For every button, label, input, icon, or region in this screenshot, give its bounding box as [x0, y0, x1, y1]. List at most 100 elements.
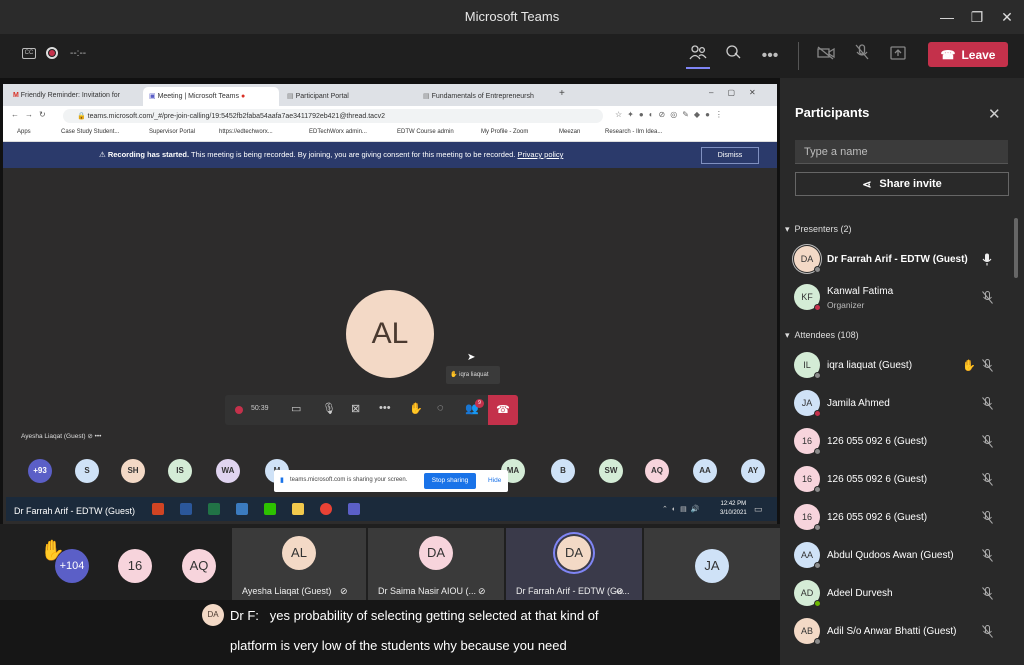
bookmark-item[interactable]: Case Study Student...	[61, 129, 119, 135]
minimize-icon[interactable]: —	[936, 6, 958, 28]
mouse-cursor-icon: ➤	[467, 352, 476, 363]
stop-sharing-button[interactable]: Stop sharing	[424, 473, 476, 489]
hide-share-link[interactable]: Hide	[488, 477, 501, 484]
participant-tile[interactable]: DA Dr Saima Nasir AIOU (... ⊘	[368, 528, 504, 600]
share-icon: ⋖	[862, 178, 872, 191]
presenters-section-header[interactable]: ▾ Presenters (2)	[785, 224, 852, 235]
bookmark-item[interactable]: My Profile - Zoom	[481, 129, 528, 135]
more-actions-icon[interactable]: •••	[758, 44, 782, 68]
participant-avatar: AQ	[182, 549, 216, 583]
mic-off-icon[interactable]	[850, 44, 874, 68]
cc-icon[interactable]: CC	[22, 48, 36, 59]
share-screen-icon[interactable]: ⊠	[351, 402, 360, 415]
attendee-row[interactable]: AB Adil S/o Anwar Bhatti (Guest)	[780, 614, 1016, 652]
hang-up-icon: ☎	[940, 47, 956, 62]
mic-icon[interactable]: 🎙	[322, 402, 336, 415]
teams-icon[interactable]	[348, 503, 360, 515]
bookmark-item[interactable]: Apps	[17, 129, 31, 135]
wechat-icon[interactable]	[264, 503, 276, 515]
participant-tile[interactable]: AQ	[180, 528, 230, 600]
recording-icon	[235, 406, 243, 414]
participant-tile[interactable]: DA Dr Farrah Arif - EDTW (Gu... ⊘	[506, 528, 642, 600]
mini-avatar[interactable]: B	[551, 459, 575, 483]
speaker-avatar: AL	[346, 290, 434, 378]
mini-avatar[interactable]: AA	[693, 459, 717, 483]
notification-icon[interactable]: ▭	[754, 504, 763, 515]
close-window-icon[interactable]: ✕	[996, 6, 1018, 28]
mini-avatar[interactable]: +93	[28, 459, 52, 483]
chat-icon[interactable]: ◌	[437, 402, 444, 414]
mini-avatar[interactable]: AQ	[645, 459, 669, 483]
mini-avatar[interactable]: WA	[216, 459, 240, 483]
mini-avatar[interactable]: S	[75, 459, 99, 483]
participant-tile-label: Ayesha Liaqat (Guest)	[242, 586, 332, 596]
dismiss-button[interactable]: Dismiss	[701, 147, 759, 164]
recording-notice-bar: ⚠ Recording has started. This meeting is…	[3, 142, 777, 168]
hand-icon: ✋	[450, 372, 460, 378]
excel-icon[interactable]	[208, 503, 220, 515]
raise-hand-icon[interactable]	[722, 44, 746, 68]
bookmark-item[interactable]: EDTW Course admin	[397, 129, 454, 135]
close-icon[interactable]: ✕	[988, 105, 1001, 123]
bookmark-item[interactable]: https://edtechworx...	[219, 129, 273, 135]
maximize-icon[interactable]: ❐	[966, 6, 988, 28]
bookmark-item[interactable]: Research - Ilm Idea...	[605, 129, 662, 135]
share-screen-icon[interactable]	[886, 44, 910, 68]
attendee-row[interactable]: 16 126 055 092 6 (Guest)	[780, 462, 1016, 500]
mic-off-icon: ⊘	[87, 433, 93, 440]
address-input[interactable]: 🔒 teams.microsoft.com/_#/pre-join-callin…	[63, 109, 603, 123]
more-actions-icon[interactable]: •••	[379, 402, 391, 414]
presence-status-dot	[814, 524, 821, 531]
mini-avatar[interactable]: IS	[168, 459, 192, 483]
attendee-row[interactable]: 16 126 055 092 6 (Guest)	[780, 424, 1016, 462]
app-icon[interactable]	[236, 503, 248, 515]
bookmark-item[interactable]: Supervisor Portal	[149, 129, 195, 135]
chrome-icon[interactable]	[320, 503, 332, 515]
presence-status-dot	[814, 486, 821, 493]
camera-off-icon[interactable]	[814, 44, 838, 68]
file-explorer-icon[interactable]	[292, 503, 304, 515]
powerpoint-icon[interactable]	[152, 503, 164, 515]
camera-off-icon[interactable]: ▭	[291, 402, 301, 415]
participant-tile[interactable]: AL Ayesha Liaqat (Guest) ⊘	[232, 528, 366, 600]
attendee-row[interactable]: JA Jamila Ahmed	[780, 386, 1016, 424]
browser-tab[interactable]: ▤ Participant Portal	[281, 87, 415, 106]
browser-nav-icons[interactable]: ←→↻	[11, 110, 52, 119]
participant-tile[interactable]: 16	[90, 528, 180, 600]
participants-icon[interactable]	[686, 44, 710, 68]
participant-name: Abdul Qudoos Awan (Guest)	[827, 550, 954, 561]
new-tab-icon[interactable]: +	[559, 88, 565, 99]
presenter-row[interactable]: KF Kanwal Fatima Organizer	[780, 280, 1016, 318]
attendee-row[interactable]: AD Adeel Durvesh	[780, 576, 1016, 614]
browser-tab[interactable]: ▤ Fundamentals of Entrepreneursh	[417, 87, 551, 106]
mini-avatar[interactable]: AY	[741, 459, 765, 483]
browser-tab[interactable]: M Friendly Reminder: Invitation for	[7, 87, 143, 106]
raise-hand-icon[interactable]: ✋	[409, 402, 423, 415]
attendees-section-header[interactable]: ▾ Attendees (108)	[785, 330, 859, 341]
attendee-row[interactable]: AA Abdul Qudoos Awan (Guest)	[780, 538, 1016, 576]
browser-window-controls[interactable]: –▢✕	[709, 88, 770, 97]
share-invite-button[interactable]: ⋖ Share invite	[795, 172, 1009, 196]
panel-scrollbar[interactable]	[1014, 218, 1018, 278]
bookmark-item[interactable]: Meezan	[559, 129, 580, 135]
system-tray-icons[interactable]: ⌃◐▤🔊	[662, 505, 703, 513]
privacy-policy-link[interactable]: Privacy policy	[517, 150, 563, 159]
attendee-row[interactable]: 16 126 055 092 6 (Guest)	[780, 500, 1016, 538]
browser-extension-icons[interactable]: ☆✦●◐⊘◎✎◆●⋮	[615, 110, 728, 119]
leave-button[interactable]: ☎ Leave	[928, 42, 1008, 67]
bookmark-item[interactable]: EDTechWorx admin...	[309, 129, 367, 135]
participant-name: Adeel Durvesh	[827, 588, 893, 599]
word-icon[interactable]	[180, 503, 192, 515]
participant-search-input[interactable]	[795, 140, 1008, 164]
attendee-row[interactable]: IL iqra liaquat (Guest) ✋	[780, 348, 1016, 386]
browser-tab-active[interactable]: ▣ Meeting | Microsoft Teams ●	[143, 87, 279, 106]
mic-off-icon	[982, 291, 993, 307]
presenter-row[interactable]: DA Dr Farrah Arif - EDTW (Guest)	[780, 242, 1016, 280]
share-message: teams.microsoft.com is sharing your scre…	[290, 477, 408, 483]
mini-avatar[interactable]: SW	[599, 459, 623, 483]
mic-off-icon	[982, 435, 993, 451]
participant-tile[interactable]: JA	[644, 528, 780, 600]
hang-up-button[interactable]: ☎	[488, 395, 518, 425]
mini-avatar[interactable]: SH	[121, 459, 145, 483]
share-indicator-icon: ▮	[280, 477, 284, 484]
